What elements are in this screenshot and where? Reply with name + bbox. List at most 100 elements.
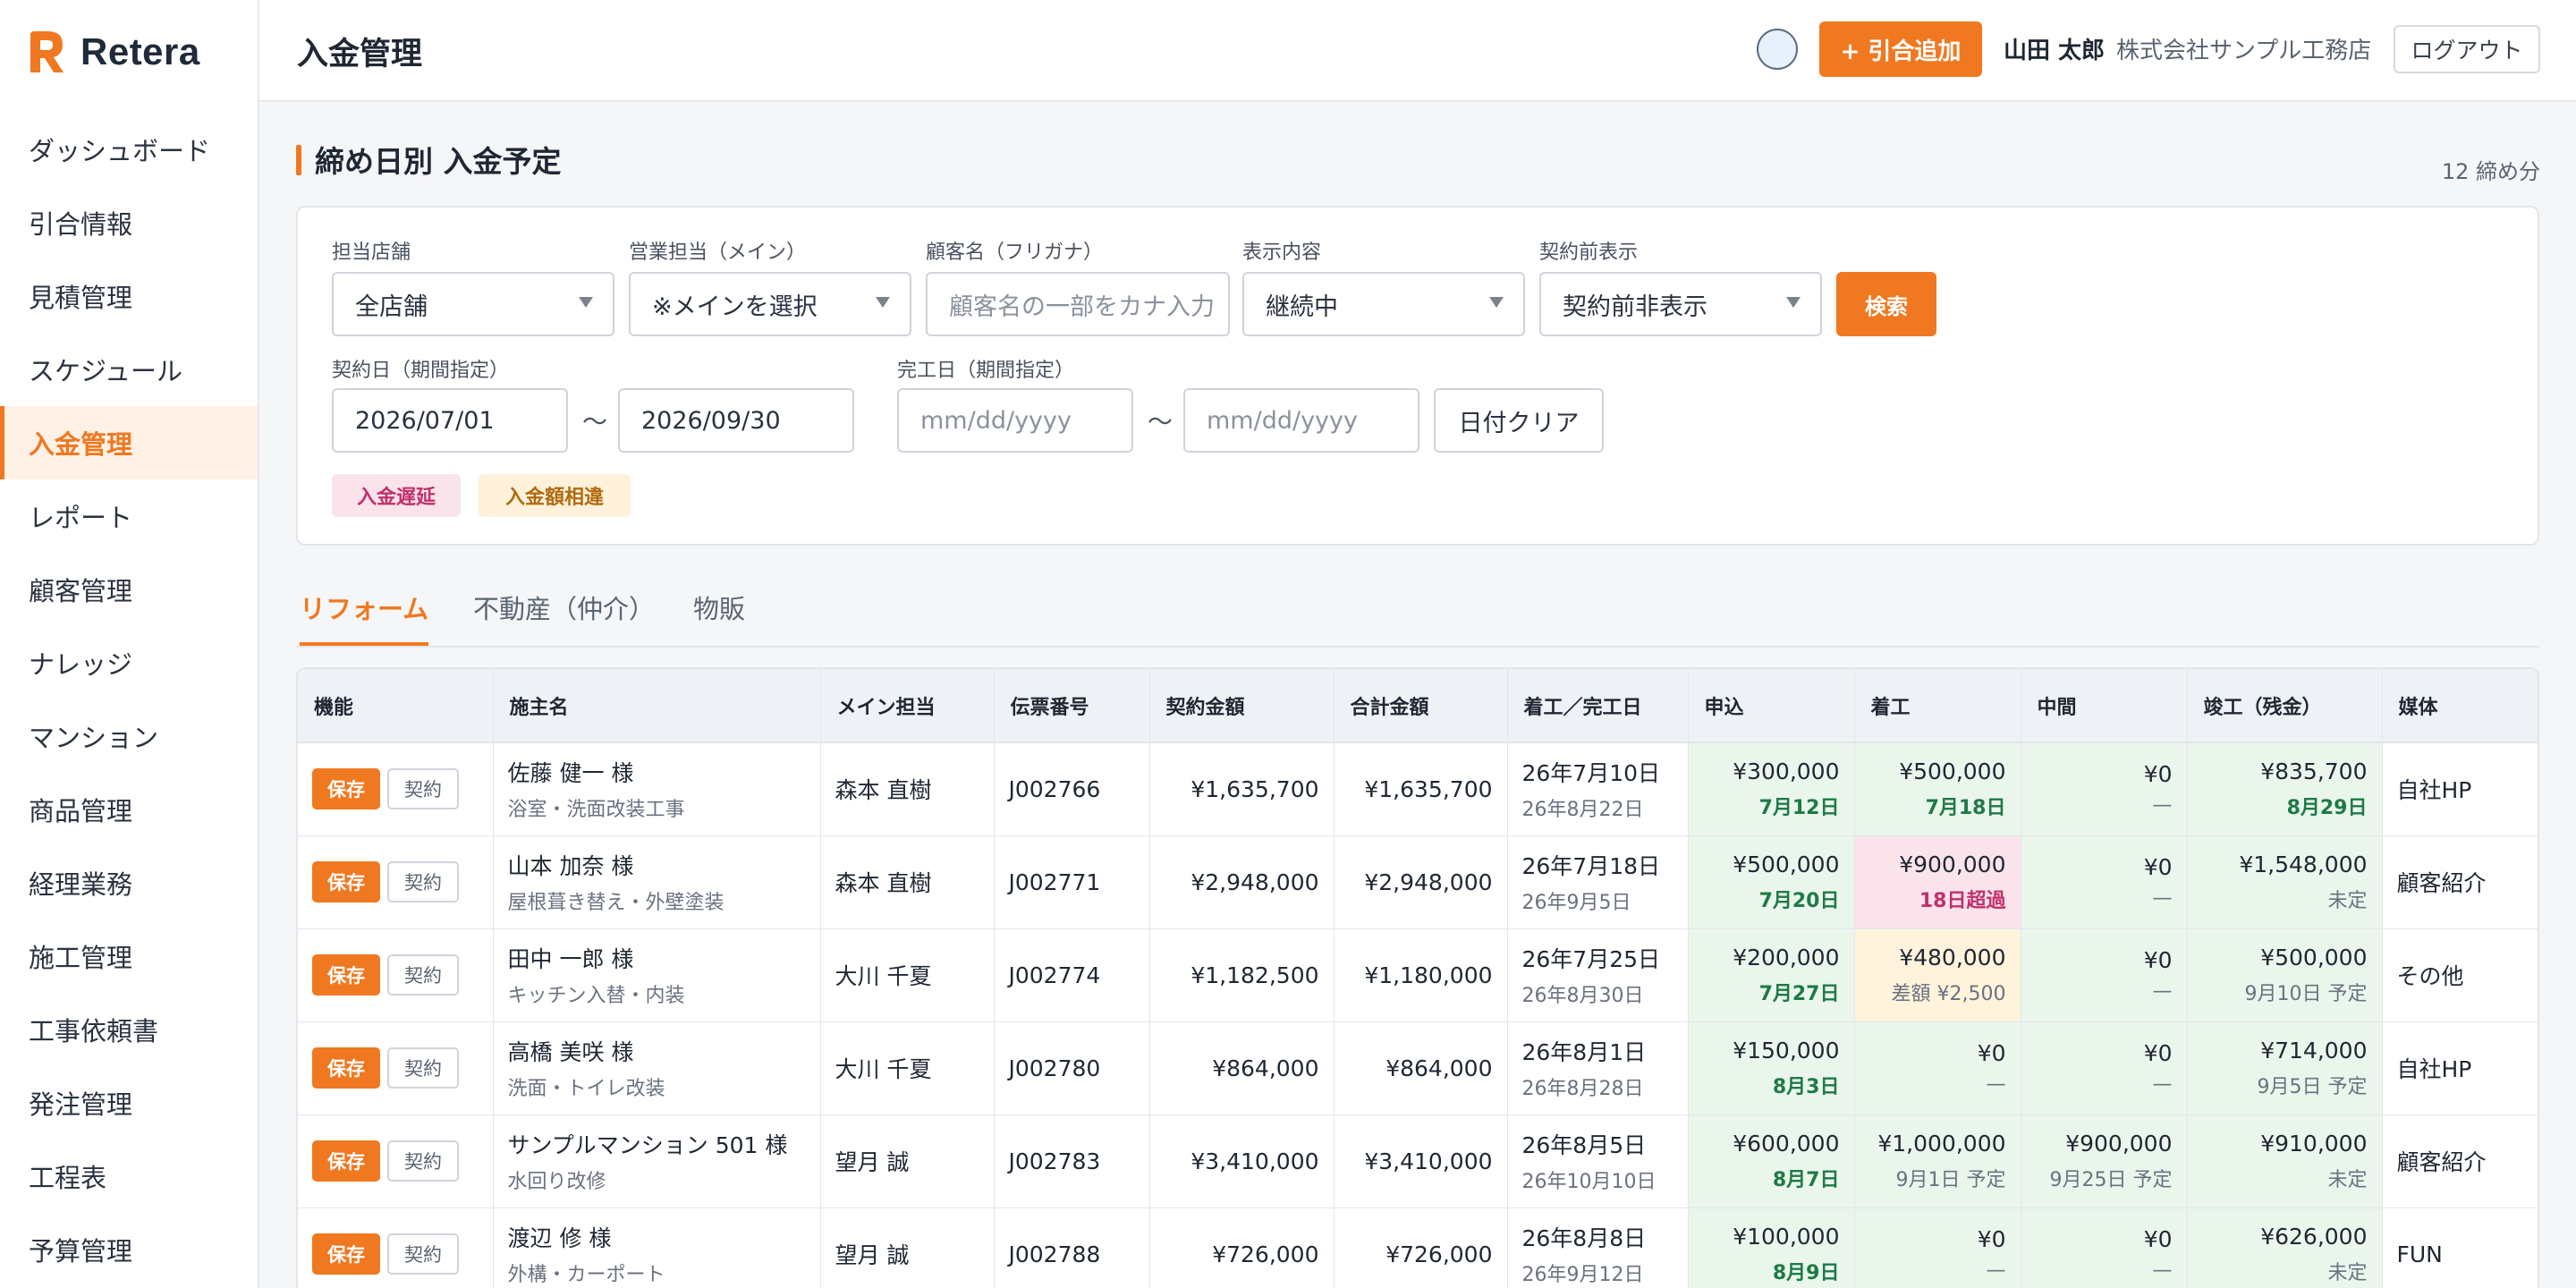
tab-reform[interactable]: リフォーム xyxy=(300,589,429,646)
logout-button[interactable]: ログアウト xyxy=(2394,25,2540,73)
save-button[interactable]: 保存 xyxy=(312,1140,380,1182)
final-payment-cell[interactable]: ¥910,000 未定 xyxy=(2187,1114,2383,1208)
payment-amount: ¥1,000,000 xyxy=(1877,1130,2006,1157)
column-header[interactable]: 着工 xyxy=(1854,669,2021,743)
status-indicator-icon[interactable] xyxy=(1757,29,1798,70)
sidebar-item-purchase-order[interactable]: 発注管理 xyxy=(0,1066,258,1140)
complete-date-from[interactable]: mm/dd/yyyy xyxy=(897,388,1133,453)
search-button[interactable]: 検索 xyxy=(1836,272,1936,336)
column-header[interactable]: 媒体 xyxy=(2382,669,2538,743)
sidebar-item-knowledge[interactable]: ナレッジ xyxy=(0,626,258,699)
start-payment-cell[interactable]: ¥500,000 7月18日 xyxy=(1854,742,2021,836)
sidebar-item-customer[interactable]: 顧客管理 xyxy=(0,553,258,626)
owner-cell[interactable]: 高橋 美咲 様洗面・トイレ改装 xyxy=(493,1021,821,1115)
add-inquiry-button[interactable]: + 引合追加 xyxy=(1819,21,1982,77)
application-payment-cell[interactable]: ¥200,000 7月27日 xyxy=(1688,928,1855,1022)
sidebar-item-schedule[interactable]: スケジュール xyxy=(0,333,258,406)
payment-status: 9月1日 予定 xyxy=(1895,1168,2006,1191)
column-header[interactable]: 中間 xyxy=(2021,669,2188,743)
contract-button[interactable]: 契約 xyxy=(387,768,459,810)
contract-button[interactable]: 契約 xyxy=(387,861,459,902)
application-payment-cell[interactable]: ¥500,000 7月20日 xyxy=(1688,835,1855,929)
owner-cell[interactable]: 渡辺 修 様外構・カーポート xyxy=(493,1208,821,1288)
save-button[interactable]: 保存 xyxy=(312,1233,380,1275)
table-row: 保存 契約 田中 一郎 様キッチン入替・内装 大川 千夏 J002774 ¥1,182,5… xyxy=(298,928,2538,1022)
final-payment-cell[interactable]: ¥626,000 未定 xyxy=(2187,1208,2383,1288)
interim-payment-cell[interactable]: ¥0 — xyxy=(2021,742,2188,836)
dates-cell: 26年7月18日 26年9月5日 xyxy=(1507,835,1689,929)
customer-input[interactable]: 顧客名の一部をカナ入力 xyxy=(926,272,1230,336)
owner-cell[interactable]: 山本 加奈 様屋根葺き替え・外壁塗装 xyxy=(493,835,821,929)
precontract-select[interactable]: 契約前非表示 xyxy=(1539,272,1822,336)
sidebar-item-accounting[interactable]: 経理業務 xyxy=(0,846,258,919)
complete-date-to[interactable]: mm/dd/yyyy xyxy=(1183,388,1419,453)
sidebar-item-work-order[interactable]: 工事依頼書 xyxy=(0,993,258,1066)
sidebar-item-mansion[interactable]: マンション xyxy=(0,699,258,773)
final-payment-cell[interactable]: ¥714,000 9月5日 予定 xyxy=(2187,1021,2383,1115)
start-payment-cell[interactable]: ¥1,000,000 9月1日 予定 xyxy=(1854,1114,2021,1208)
clear-dates-button[interactable]: 日付クリア xyxy=(1434,388,1604,453)
sidebar-item-report[interactable]: レポート xyxy=(0,479,258,553)
contract-amount-cell: ¥2,948,000 xyxy=(1149,835,1335,929)
contract-button[interactable]: 契約 xyxy=(387,1140,459,1182)
main-rep-cell: 森本 直樹 xyxy=(820,742,995,836)
interim-payment-cell[interactable]: ¥0 — xyxy=(2021,1208,2188,1288)
slip-number-cell: J002780 xyxy=(994,1021,1150,1115)
application-payment-cell[interactable]: ¥300,000 7月12日 xyxy=(1688,742,1855,836)
sidebar-item-inquiry[interactable]: 引合情報 xyxy=(0,186,258,259)
sidebar-item-dashboard[interactable]: ダッシュボード xyxy=(0,113,258,186)
final-payment-cell[interactable]: ¥1,548,000 未定 xyxy=(2187,835,2383,929)
column-header[interactable]: 施主名 xyxy=(493,669,821,743)
column-header[interactable]: 契約金額 xyxy=(1149,669,1335,743)
display-select[interactable]: 継続中 xyxy=(1242,272,1525,336)
complete-date-label: 完工日（期間指定） xyxy=(897,360,1075,382)
column-header[interactable]: 合計金額 xyxy=(1334,669,1508,743)
contract-amount-cell: ¥726,000 xyxy=(1149,1208,1335,1288)
application-payment-cell[interactable]: ¥100,000 8月9日 xyxy=(1688,1208,1855,1288)
start-payment-cell[interactable]: ¥0 — xyxy=(1854,1021,2021,1115)
sidebar-item-construction[interactable]: 施工管理 xyxy=(0,919,258,993)
final-payment-cell[interactable]: ¥500,000 9月10日 予定 xyxy=(2187,928,2383,1022)
sidebar-item-budget[interactable]: 予算管理 xyxy=(0,1213,258,1286)
payment-amount: ¥500,000 xyxy=(1899,758,2006,784)
contract-button[interactable]: 契約 xyxy=(387,1047,459,1089)
amount-mismatch-legend: 入金額相違 xyxy=(479,474,631,517)
start-payment-cell[interactable]: ¥900,000 18日超過 xyxy=(1854,835,2021,929)
owner-cell[interactable]: 佐藤 健一 様浴室・洗面改装工事 xyxy=(493,742,821,836)
start-payment-cell[interactable]: ¥480,000 差額 ¥2,500 xyxy=(1854,928,2021,1022)
sidebar-item-payment[interactable]: 入金管理 xyxy=(0,406,258,479)
sidebar-item-process-chart[interactable]: 工程表 xyxy=(0,1140,258,1213)
final-payment-cell[interactable]: ¥835,700 8月29日 xyxy=(2187,742,2383,836)
tab-real-estate[interactable]: 不動産（仲介） xyxy=(473,589,655,646)
interim-payment-cell[interactable]: ¥0 — xyxy=(2021,1021,2188,1115)
contract-date-from[interactable]: 2026/07/01 xyxy=(332,388,568,453)
tab-merchandise[interactable]: 物販 xyxy=(693,589,745,646)
save-button[interactable]: 保存 xyxy=(312,768,380,810)
save-button[interactable]: 保存 xyxy=(312,954,380,996)
interim-payment-cell[interactable]: ¥900,000 9月25日 予定 xyxy=(2021,1114,2188,1208)
store-select[interactable]: 全店舗 xyxy=(332,272,614,336)
app-logo[interactable]: Retera xyxy=(27,27,200,77)
start-payment-cell[interactable]: ¥0 — xyxy=(1854,1208,2021,1288)
column-header[interactable]: メイン担当 xyxy=(820,669,995,743)
column-header[interactable]: 機能 xyxy=(298,669,494,743)
column-header[interactable]: 申込 xyxy=(1688,669,1855,743)
owner-cell[interactable]: 田中 一郎 様キッチン入替・内装 xyxy=(493,928,821,1022)
sales-select[interactable]: ※メインを選択 xyxy=(629,272,911,336)
column-header[interactable]: 竣工（残金） xyxy=(2187,669,2383,743)
contract-button[interactable]: 契約 xyxy=(387,1233,459,1275)
owner-cell[interactable]: サンプルマンション 501 様水回り改修 xyxy=(493,1114,821,1208)
application-payment-cell[interactable]: ¥600,000 8月7日 xyxy=(1688,1114,1855,1208)
column-header[interactable]: 伝票番号 xyxy=(994,669,1150,743)
application-payment-cell[interactable]: ¥150,000 8月3日 xyxy=(1688,1021,1855,1115)
contract-button[interactable]: 契約 xyxy=(387,954,459,996)
contract-date-label: 契約日（期間指定） xyxy=(332,360,510,382)
interim-payment-cell[interactable]: ¥0 — xyxy=(2021,928,2188,1022)
interim-payment-cell[interactable]: ¥0 — xyxy=(2021,835,2188,929)
sidebar-item-estimate[interactable]: 見積管理 xyxy=(0,259,258,333)
contract-date-to[interactable]: 2026/09/30 xyxy=(618,388,854,453)
save-button[interactable]: 保存 xyxy=(312,861,380,902)
save-button[interactable]: 保存 xyxy=(312,1047,380,1089)
sidebar-item-product[interactable]: 商品管理 xyxy=(0,773,258,846)
column-header[interactable]: 着工／完工日 xyxy=(1507,669,1689,743)
